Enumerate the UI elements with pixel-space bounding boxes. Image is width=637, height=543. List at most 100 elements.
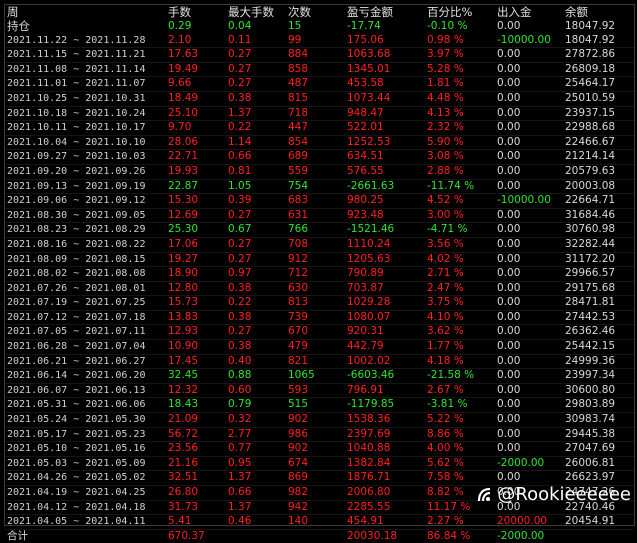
- max-lots-cell: 0.38: [228, 339, 288, 355]
- holding-label: 持仓: [7, 20, 30, 33]
- week-cell: 2021.09.27 ~ 2021.10.03: [5, 149, 168, 165]
- week-cell: 2021.10.25 ~ 2021.10.31: [5, 91, 168, 107]
- balance-cell: 27047.69: [565, 441, 634, 457]
- lots-cell: 10.90: [168, 339, 228, 355]
- table-row[interactable]: 2021.06.21 ~ 2021.06.27 17.45 0.40 821 1002.…: [5, 354, 634, 370]
- table-row[interactable]: 2021.09.27 ~ 2021.10.03 22.71 0.66 689 634.5…: [5, 149, 634, 165]
- max-lots-cell: 0.27: [228, 324, 288, 341]
- flow-cell: 0.00: [497, 266, 565, 282]
- lots-cell: 56.72: [168, 427, 228, 443]
- table-row[interactable]: 2021.07.26 ~ 2021.08.01 12.80 0.38 630 703.8…: [5, 281, 634, 297]
- table-row[interactable]: 2021.05.31 ~ 2021.06.06 18.43 0.79 515 -1179…: [5, 397, 634, 414]
- week-cell: 2021.11.01 ~ 2021.11.07: [5, 76, 168, 92]
- week-cell: 2021.09.06 ~ 2021.09.12: [5, 193, 168, 209]
- table-row[interactable]: 2021.06.07 ~ 2021.06.13 12.32 0.60 593 796.9…: [5, 383, 634, 399]
- header-row: 周 手数 最大手数 次数 盈亏金额 百分比% 出入金 余额: [5, 5, 634, 20]
- week-cell: 2021.08.16 ~ 2021.08.22: [5, 237, 168, 253]
- week-cell: 2021.08.30 ~ 2021.09.05: [5, 208, 168, 224]
- max-lots-cell: 0.67: [228, 222, 288, 238]
- max-lots-cell: 1.14: [228, 135, 288, 151]
- table-row[interactable]: 2021.11.01 ~ 2021.11.07 9.66 0.27 487 453.58…: [5, 76, 634, 92]
- table-row[interactable]: 2021.05.24 ~ 2021.05.30 21.09 0.32 902 1538.…: [5, 412, 634, 428]
- count-cell: 1065: [288, 368, 347, 384]
- table-row[interactable]: 2021.07.12 ~ 2021.07.18 13.83 0.38 739 1080.…: [5, 310, 634, 326]
- table-row[interactable]: 2021.08.23 ~ 2021.08.29 25.30 0.67 766 -1521…: [5, 222, 634, 238]
- table-row[interactable]: 2021.11.22 ~ 2021.11.28 2.10 0.11 99 175.06 0…: [5, 33, 634, 49]
- pct-cell: 4.13 %: [427, 106, 497, 122]
- watermark: @Rookieeeeee: [477, 484, 631, 505]
- lots-cell: 21.16: [168, 456, 228, 472]
- pnl-cell: 948.47: [347, 106, 427, 122]
- pct-cell: 4.00 %: [427, 441, 497, 457]
- count-cell: 858: [288, 62, 347, 78]
- header-col-flow: 出入金: [497, 5, 532, 19]
- pnl-cell: 1002.02: [347, 354, 427, 370]
- table-row[interactable]: 2021.06.14 ~ 2021.06.20 32.45 0.88 1065 -660…: [5, 368, 634, 384]
- holding-pnl: -17.74: [347, 20, 381, 32]
- count-cell: 683: [288, 193, 347, 209]
- table-row[interactable]: 2021.10.18 ~ 2021.10.24 25.10 1.37 718 948.4…: [5, 106, 634, 122]
- pnl-cell: 2285.55: [347, 500, 427, 516]
- table-row[interactable]: 2021.11.08 ~ 2021.11.14 19.49 0.27 858 1345.…: [5, 62, 634, 78]
- max-lots-cell: 0.27: [228, 62, 288, 78]
- pct-cell: -3.81 %: [427, 397, 497, 414]
- week-cell: 2021.11.22 ~ 2021.11.28: [5, 33, 168, 49]
- table-row[interactable]: 2021.08.30 ~ 2021.09.05 12.69 0.27 631 923.4…: [5, 208, 634, 224]
- table-row[interactable]: 2021.04.05 ~ 2021.04.11 5.41 0.46 140 454.91…: [5, 514, 634, 530]
- table-row[interactable]: 2021.06.28 ~ 2021.07.04 10.90 0.38 479 442.7…: [5, 339, 634, 355]
- count-cell: 884: [288, 47, 347, 63]
- pnl-cell: 920.31: [347, 324, 427, 341]
- holding-flow: 0.00: [497, 20, 521, 32]
- table-row[interactable]: 2021.09.13 ~ 2021.09.19 22.87 1.05 754 -2661…: [5, 179, 634, 195]
- pct-cell: 1.77 %: [427, 339, 497, 355]
- pnl-cell: -6603.46: [347, 368, 427, 384]
- flow-cell: 0.00: [497, 62, 565, 78]
- pct-cell: 8.86 %: [427, 427, 497, 443]
- table-row[interactable]: 2021.10.25 ~ 2021.10.31 18.49 0.38 815 1073.…: [5, 91, 634, 107]
- flow-cell: -2000.00: [497, 456, 565, 472]
- pnl-cell: 453.58: [347, 76, 427, 92]
- lots-cell: 19.27: [168, 252, 228, 268]
- pnl-cell: 1382.84: [347, 456, 427, 472]
- count-cell: 593: [288, 383, 347, 399]
- lots-cell: 25.10: [168, 106, 228, 122]
- count-cell: 99: [288, 33, 347, 49]
- week-cell: 2021.05.10 ~ 2021.05.16: [5, 441, 168, 457]
- pct-cell: 0.98 %: [427, 33, 497, 49]
- header-col-max-lots: 最大手数: [228, 5, 274, 19]
- lots-cell: 18.43: [168, 397, 228, 414]
- table-row[interactable]: 2021.08.02 ~ 2021.08.08 18.90 0.97 712 790.8…: [5, 266, 634, 282]
- table-row[interactable]: 2021.10.11 ~ 2021.10.17 9.70 0.22 447 522.01…: [5, 120, 634, 136]
- table-row[interactable]: 2021.08.09 ~ 2021.08.15 19.27 0.27 912 1205.…: [5, 252, 634, 268]
- table-row[interactable]: 2021.05.17 ~ 2021.05.23 56.72 2.77 986 2397.…: [5, 427, 634, 443]
- flow-cell: 0.00: [497, 164, 565, 180]
- balance-cell: 24999.36: [565, 354, 634, 370]
- lots-cell: 26.80: [168, 485, 228, 501]
- flow-cell: 0.00: [497, 295, 565, 311]
- pct-cell: 5.90 %: [427, 135, 497, 151]
- lots-cell: 18.49: [168, 91, 228, 107]
- table-row[interactable]: 2021.07.05 ~ 2021.07.11 12.93 0.27 670 920.3…: [5, 324, 634, 341]
- watermark-text: @Rookieeeeee: [497, 484, 631, 505]
- table-row[interactable]: 2021.07.19 ~ 2021.07.25 15.73 0.22 813 1029.…: [5, 295, 634, 311]
- week-cell: 2021.08.23 ~ 2021.08.29: [5, 222, 168, 238]
- count-cell: 869: [288, 470, 347, 486]
- table-row[interactable]: 2021.05.10 ~ 2021.05.16 23.56 0.77 902 1040.…: [5, 441, 634, 457]
- count-cell: 515: [288, 397, 347, 414]
- table-row[interactable]: 2021.09.20 ~ 2021.09.26 19.93 0.81 559 576.5…: [5, 164, 634, 180]
- pnl-cell: -1179.85: [347, 397, 427, 414]
- table-row[interactable]: 2021.11.15 ~ 2021.11.21 17.63 0.27 884 1063.…: [5, 47, 634, 63]
- pnl-cell: -2661.63: [347, 179, 427, 195]
- table-row[interactable]: 2021.05.03 ~ 2021.05.09 21.16 0.95 674 1382.…: [5, 456, 634, 472]
- table-row[interactable]: 2021.08.16 ~ 2021.08.22 17.06 0.27 708 1110.…: [5, 237, 634, 253]
- table-row[interactable]: 2021.10.04 ~ 2021.10.10 28.06 1.14 854 1252.…: [5, 135, 634, 151]
- lots-cell: 21.09: [168, 412, 228, 428]
- table-row[interactable]: 2021.09.06 ~ 2021.09.12 15.30 0.39 683 980.2…: [5, 193, 634, 209]
- total-lots: 670.37: [168, 529, 205, 542]
- count-cell: 674: [288, 456, 347, 472]
- holding-row[interactable]: 持仓 0.29 0.04 15 -17.74 -0.10 % 0.00 18047.92: [5, 20, 634, 34]
- pct-cell: 1.81 %: [427, 76, 497, 92]
- lots-cell: 12.32: [168, 383, 228, 399]
- pnl-cell: 2397.69: [347, 427, 427, 443]
- week-cell: 2021.07.26 ~ 2021.08.01: [5, 281, 168, 297]
